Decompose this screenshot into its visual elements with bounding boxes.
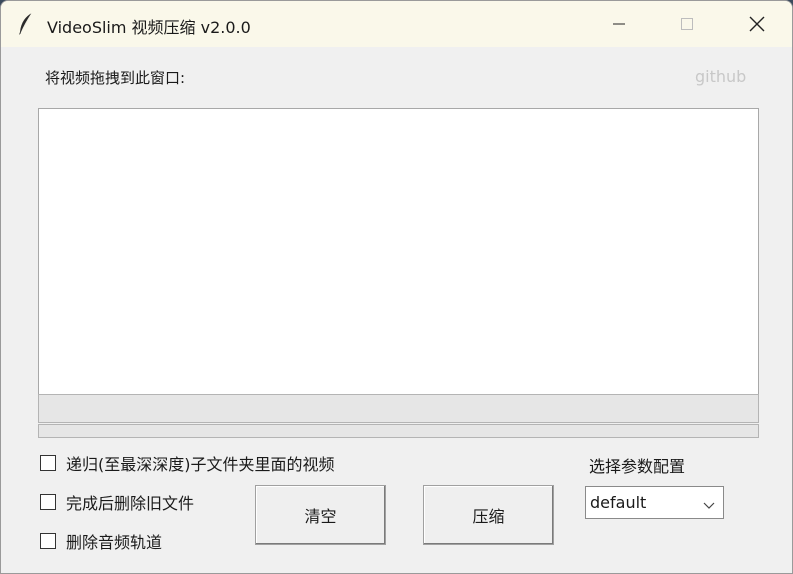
feather-icon (17, 12, 35, 36)
preset-select[interactable]: default (585, 486, 724, 519)
clear-button[interactable]: 清空 (255, 485, 386, 545)
delete-source-checkbox[interactable] (40, 494, 56, 510)
close-button[interactable] (723, 1, 791, 47)
delete-source-label: 完成后删除旧文件 (66, 494, 195, 513)
video-drop-area[interactable] (38, 108, 759, 394)
remove-audio-checkbox[interactable] (40, 533, 56, 549)
drop-label: 将视频拖拽到此窗口: (45, 69, 186, 87)
chevron-down-icon (703, 498, 715, 514)
recursive-label: 递归(至最深深度)子文件夹里面的视频 (66, 455, 335, 474)
recursive-option[interactable]: 递归(至最深深度)子文件夹里面的视频 (40, 451, 335, 475)
remove-audio-label: 删除音频轨道 (66, 533, 163, 552)
progress-bar (38, 424, 759, 438)
compress-button[interactable]: 压缩 (423, 485, 554, 545)
minimize-button[interactable] (585, 1, 653, 47)
recursive-checkbox[interactable] (40, 455, 56, 471)
preset-label: 选择参数配置 (589, 457, 686, 476)
app-window: VideoSlim 视频压缩 v2.0.0 将视频拖拽到此窗口: github … (0, 0, 793, 574)
close-icon (748, 15, 766, 33)
minimize-icon (611, 16, 627, 32)
delete-source-option[interactable]: 完成后删除旧文件 (40, 490, 194, 514)
window-title: VideoSlim 视频压缩 v2.0.0 (47, 18, 251, 37)
preset-value: default (590, 493, 647, 512)
title-bar[interactable]: VideoSlim 视频压缩 v2.0.0 (1, 1, 792, 47)
maximize-button[interactable] (653, 1, 721, 47)
maximize-icon (679, 16, 695, 32)
remove-audio-option[interactable]: 删除音频轨道 (40, 529, 162, 553)
github-link[interactable]: github (695, 67, 746, 86)
horizontal-scrollbar[interactable] (38, 394, 759, 423)
